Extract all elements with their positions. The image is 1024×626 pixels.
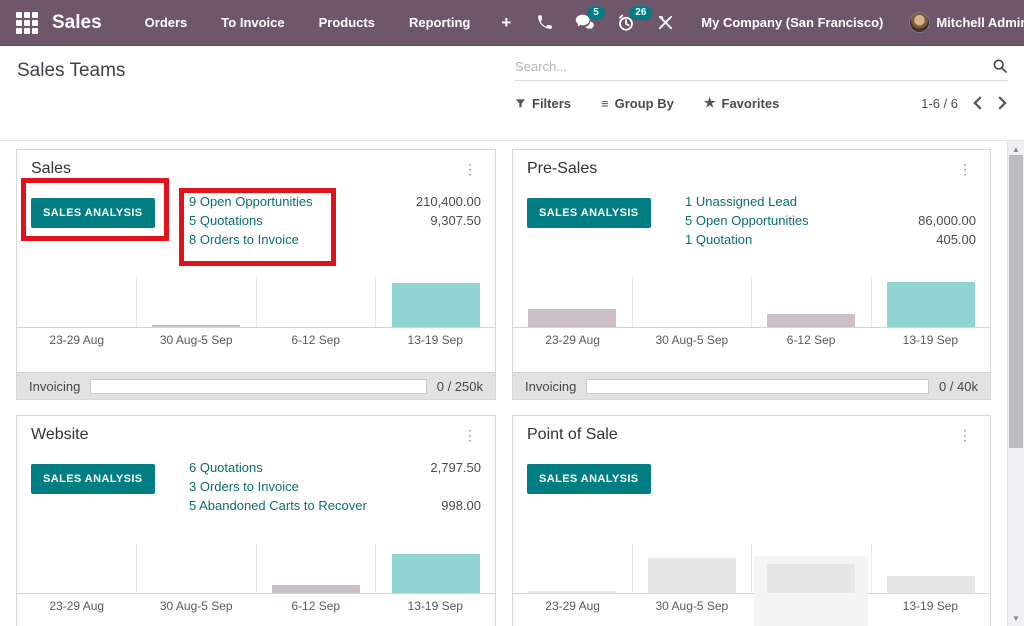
kanban-card-website: Website ⋮ SALES ANALYSIS 6 Quotations 2,7… [16, 415, 496, 626]
search-input[interactable] [515, 59, 992, 74]
invoicing-footer: Invoicing 0 / 40k [513, 372, 990, 399]
page-title: Sales Teams [17, 60, 125, 82]
kanban-value: 9,307.50 [430, 213, 481, 228]
top-navbar: Sales Orders To Invoice Products Reporti… [0, 0, 1024, 46]
invoicing-progressbar[interactable] [586, 379, 929, 394]
activities-icon[interactable]: 26 [617, 14, 635, 32]
kanban-link[interactable]: 1 Quotation [685, 232, 752, 247]
filters-button[interactable]: Filters [515, 96, 571, 111]
chart-week-labels: 23-29 Aug30 Aug-5 Sep6-12 Sep13-19 Sep [513, 328, 990, 352]
pager-next-icon[interactable] [997, 96, 1008, 110]
kanban-link[interactable]: 5 Open Opportunities [685, 213, 809, 228]
chart-bar[interactable] [767, 314, 855, 327]
kanban-menu-icon[interactable]: ⋮ [459, 161, 481, 178]
apps-menu-icon[interactable] [16, 12, 38, 34]
messages-icon[interactable]: 5 [575, 14, 595, 31]
chart-bar[interactable] [392, 283, 480, 327]
user-avatar [909, 12, 930, 33]
kanban-menu-icon[interactable]: ⋮ [954, 161, 976, 178]
kanban-value: 210,400.00 [416, 194, 481, 209]
phone-icon[interactable] [536, 14, 553, 31]
kanban-card-point-of-sale: Point of Sale ⋮ SALES ANALYSIS 23-29 Aug… [512, 415, 991, 626]
chart-week-labels: 23-29 Aug30 Aug-5 Sep6-12 Sep13-19 Sep [17, 594, 495, 618]
kanban-value: 405.00 [936, 232, 976, 247]
star-icon: ★ [704, 95, 716, 111]
nav-item-products[interactable]: Products [319, 15, 375, 30]
user-name: Mitchell Admin [936, 15, 1024, 30]
activities-badge: 26 [629, 6, 652, 20]
messages-badge: 5 [587, 6, 605, 20]
team-title[interactable]: Pre-Sales [527, 160, 597, 178]
app-brand[interactable]: Sales [52, 12, 102, 34]
weekly-sales-chart: 23-29 Aug30 Aug-5 Sep6-12 Sep13-19 Sep [17, 278, 495, 352]
nav-item-to-invoice[interactable]: To Invoice [221, 15, 284, 30]
chart-bar[interactable] [528, 309, 616, 327]
team-title[interactable]: Point of Sale [527, 426, 618, 444]
user-menu[interactable]: Mitchell Admin [909, 12, 1024, 33]
invoicing-footer: Invoicing 0 / 250k [17, 372, 495, 399]
search-icon[interactable] [992, 58, 1008, 74]
kanban-view: Sales ⋮ SALES ANALYSIS 9 Open Opportunit… [0, 140, 1024, 626]
weekly-sales-chart: 23-29 Aug30 Aug-5 Sep6-12 Sep13-19 Sep [17, 544, 495, 618]
chart-bar[interactable] [648, 558, 736, 593]
sales-analysis-button[interactable]: SALES ANALYSIS [527, 198, 651, 228]
invoicing-progress-value: 0 / 40k [939, 379, 978, 394]
kanban-link[interactable]: 5 Abandoned Carts to Recover [189, 498, 367, 513]
chart-week-labels: 23-29 Aug30 Aug-5 Sep6-12 Sep13-19 Sep [17, 328, 495, 352]
chart-week-labels: 23-29 Aug30 Aug-5 Sep6-12 Sep13-19 Sep [513, 594, 990, 618]
kanban-link[interactable]: 8 Orders to Invoice [189, 232, 299, 247]
weekly-sales-chart: 23-29 Aug30 Aug-5 Sep6-12 Sep13-19 Sep [513, 544, 990, 618]
debug-tools-icon[interactable] [657, 14, 674, 31]
chart-bar[interactable] [392, 554, 480, 593]
kanban-menu-icon[interactable]: ⋮ [459, 427, 481, 444]
scrollbar-thumb[interactable] [1009, 155, 1023, 448]
chart-bar[interactable] [272, 585, 360, 593]
filter-funnel-icon [515, 98, 526, 109]
nav-item-orders[interactable]: Orders [145, 15, 188, 30]
group-by-icon: ≡ [601, 96, 609, 111]
pager: 1-6 / 6 [921, 96, 1008, 111]
pager-prev-icon[interactable] [972, 96, 983, 110]
team-title[interactable]: Website [31, 426, 89, 444]
nav-plus-icon[interactable]: + [501, 13, 511, 33]
kanban-card-sales: Sales ⋮ SALES ANALYSIS 9 Open Opportunit… [16, 149, 496, 400]
kanban-value: 2,797.50 [430, 460, 481, 475]
chart-bar[interactable] [887, 282, 975, 327]
vertical-scrollbar[interactable]: ▲ ▼ [1007, 141, 1024, 626]
chart-bar[interactable] [767, 564, 855, 593]
nav-item-reporting[interactable]: Reporting [409, 15, 470, 30]
scroll-down-icon[interactable]: ▼ [1008, 614, 1024, 623]
search-area: Filters ≡ Group By ★ Favorites 1-6 / 6 [515, 58, 1008, 111]
kanban-link[interactable]: 1 Unassigned Lead [685, 194, 797, 209]
control-panel: Sales Teams Filters ≡ Group By ★ [0, 46, 1024, 140]
kanban-menu-icon[interactable]: ⋮ [954, 427, 976, 444]
invoicing-label: Invoicing [525, 379, 576, 394]
invoicing-progress-value: 0 / 250k [437, 379, 483, 394]
kanban-link[interactable]: 6 Quotations [189, 460, 263, 475]
sales-analysis-button[interactable]: SALES ANALYSIS [31, 198, 155, 228]
group-by-button[interactable]: ≡ Group By [601, 96, 674, 111]
kanban-value: 86,000.00 [918, 213, 976, 228]
kanban-link[interactable]: 3 Orders to Invoice [189, 479, 299, 494]
chart-bar[interactable] [152, 325, 240, 327]
chart-bar[interactable] [528, 591, 616, 593]
kanban-link[interactable]: 9 Open Opportunities [189, 194, 313, 209]
weekly-sales-chart: 23-29 Aug30 Aug-5 Sep6-12 Sep13-19 Sep [513, 278, 990, 352]
pager-count: 1-6 / 6 [921, 96, 958, 111]
invoicing-progressbar[interactable] [90, 379, 426, 394]
kanban-value: 998.00 [441, 498, 481, 513]
sales-analysis-button[interactable]: SALES ANALYSIS [31, 464, 155, 494]
invoicing-label: Invoicing [29, 379, 80, 394]
kanban-link[interactable]: 5 Quotations [189, 213, 263, 228]
kanban-card-pre-sales: Pre-Sales ⋮ SALES ANALYSIS 1 Unassigned … [512, 149, 991, 400]
sales-analysis-button[interactable]: SALES ANALYSIS [527, 464, 651, 494]
company-switcher[interactable]: My Company (San Francisco) [701, 15, 883, 30]
scroll-up-icon[interactable]: ▲ [1008, 145, 1024, 154]
chart-bar[interactable] [887, 576, 975, 593]
favorites-button[interactable]: ★ Favorites [704, 95, 779, 111]
team-title[interactable]: Sales [31, 160, 71, 178]
